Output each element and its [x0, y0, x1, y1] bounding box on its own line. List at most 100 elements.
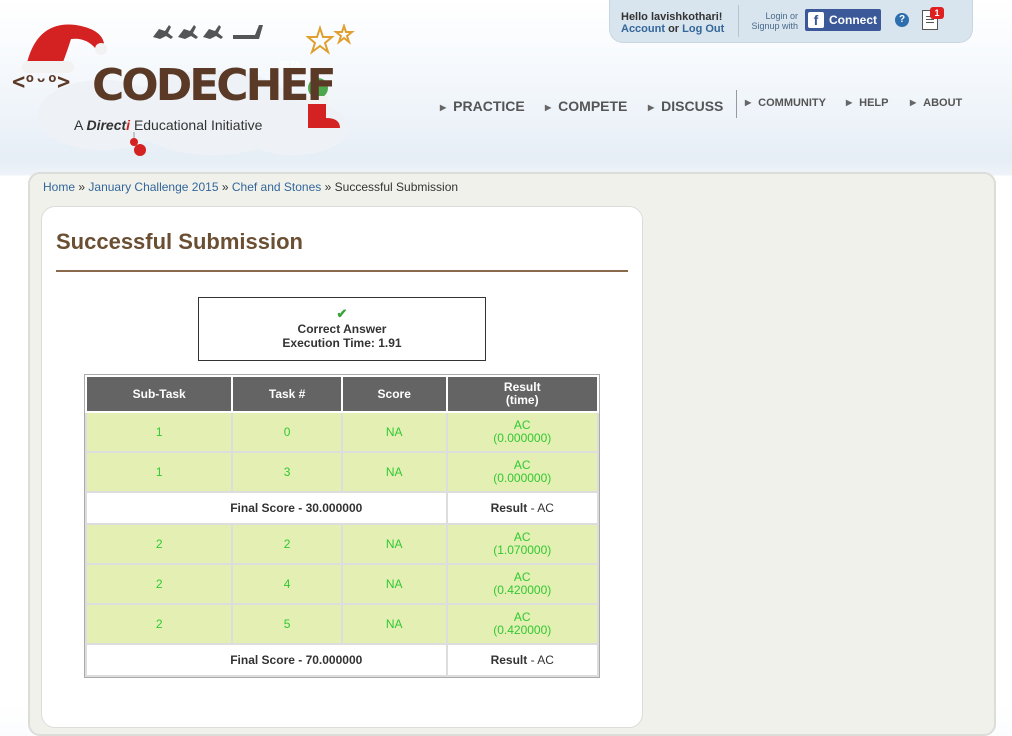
- cell-task: 4: [231, 563, 343, 605]
- nav-about[interactable]: ▶ ABOUT: [910, 97, 962, 109]
- login-signup-text: Login or Signup with: [750, 11, 798, 31]
- nav-practice-label: PRACTICE: [453, 98, 525, 114]
- col-score: Score: [340, 375, 448, 413]
- nav-arrow-icon: ▶: [910, 98, 917, 107]
- cell-score: NA: [340, 563, 448, 605]
- final-score-row: Final Score - 30.000000 Result - AC: [85, 491, 600, 525]
- final-score-cell: Final Score - 30.000000: [85, 491, 448, 525]
- cell-score: NA: [340, 451, 448, 493]
- nav-arrow-icon: ▶: [545, 103, 552, 112]
- cell-subtask: 2: [84, 603, 234, 645]
- cell-task: 2: [231, 523, 343, 565]
- nav-compete[interactable]: ▶ COMPETE: [545, 98, 627, 114]
- cell-result: AC (0.420000): [445, 603, 600, 645]
- final-result-label: Result: [490, 653, 528, 667]
- cell-result: AC (0.000000): [445, 451, 600, 493]
- cell-task: 0: [231, 411, 343, 453]
- final-result-cell: Result - AC: [445, 491, 600, 525]
- beta-label: BETA: [279, 60, 301, 69]
- cell-task: 5: [231, 603, 343, 645]
- execution-time: Execution Time: 1.91: [282, 336, 402, 350]
- col-task: Task #: [231, 375, 343, 413]
- result-time: (0.420000): [493, 583, 552, 597]
- cell-subtask: 2: [84, 563, 234, 605]
- notification-badge: 1: [930, 7, 944, 19]
- tagline-directi-i: i: [126, 117, 131, 133]
- final-result-cell: Result - AC: [445, 643, 600, 677]
- breadcrumb-separator: »: [324, 180, 332, 194]
- help-icon[interactable]: ?: [895, 13, 909, 27]
- verdict-box: ✔ Correct Answer Execution Time: 1.91: [198, 297, 486, 361]
- or-text: or: [668, 23, 680, 35]
- breadcrumb-separator: »: [78, 180, 86, 194]
- final-score-cell: Final Score - 70.000000: [85, 643, 448, 677]
- table-row: 1 0 NA AC (0.000000): [84, 411, 600, 453]
- nav-community[interactable]: ▶ COMMUNITY: [745, 97, 826, 109]
- page-title: Successful Submission: [56, 229, 303, 254]
- result-time: (0.000000): [493, 431, 552, 445]
- check-icon: ✔: [336, 306, 348, 321]
- col-result-label: Result: [503, 380, 541, 394]
- cell-score: NA: [340, 411, 448, 453]
- account-link[interactable]: Account: [621, 23, 665, 35]
- table-header-row: Sub-Task Task # Score Result (time): [84, 375, 600, 413]
- result-verdict: AC: [513, 530, 531, 544]
- cell-result: AC (0.420000): [445, 563, 600, 605]
- result-verdict: AC: [513, 610, 531, 624]
- table-row: 2 5 NA AC (0.420000): [84, 603, 600, 645]
- nav-arrow-icon: ▶: [440, 103, 447, 112]
- signup-with-label: Signup with: [751, 21, 798, 31]
- final-result-value: - AC: [530, 653, 554, 667]
- col-result: Result (time): [445, 375, 600, 413]
- result-verdict: AC: [513, 570, 531, 584]
- final-result-label: Result: [490, 501, 528, 515]
- final-result-value: - AC: [530, 501, 554, 515]
- breadcrumb-problem[interactable]: Chef and Stones: [232, 180, 321, 194]
- cell-score: NA: [340, 523, 448, 565]
- user-bar: Hello lavishkothari! Account or Log Out …: [609, 0, 973, 43]
- star-decoration-icon: [306, 24, 355, 55]
- divider: [738, 5, 739, 37]
- account-links: Account or Log Out: [621, 23, 724, 35]
- nav-arrow-icon: ▶: [846, 98, 853, 107]
- ornament-icon: [130, 132, 146, 156]
- nav-arrow-icon: ▶: [648, 103, 655, 112]
- nav-arrow-icon: ▶: [745, 98, 752, 107]
- result-verdict: AC: [513, 418, 531, 432]
- nav-discuss-label: DISCUSS: [661, 98, 724, 114]
- nav-practice[interactable]: ▶ PRACTICE: [440, 98, 525, 114]
- login-or-label: Login or: [765, 11, 798, 21]
- facebook-connect-label: Connect: [829, 13, 877, 27]
- reindeer-sleigh-icon: [153, 25, 263, 39]
- nav-compete-label: COMPETE: [558, 98, 628, 114]
- facebook-connect-button[interactable]: f Connect: [805, 9, 881, 31]
- table-row: 2 2 NA AC (1.070000): [84, 523, 600, 565]
- breadcrumb-contest[interactable]: January Challenge 2015: [88, 180, 218, 194]
- result-time: (1.070000): [493, 543, 552, 557]
- cell-subtask: 1: [84, 451, 234, 493]
- table-row: 1 3 NA AC (0.000000): [84, 451, 600, 493]
- site-logo[interactable]: <ᵒᵕᵒ> CODECHEF BETA A Directi Educationa…: [8, 10, 358, 160]
- cell-subtask: 2: [84, 523, 234, 565]
- title-underline: [56, 270, 628, 272]
- result-verdict: AC: [513, 458, 531, 472]
- nav-community-label: COMMUNITY: [758, 97, 826, 109]
- final-score-text: Final Score - 70.000000: [230, 653, 363, 667]
- logo-brackets: <ᵒᵕᵒ>: [12, 70, 70, 95]
- result-time: (0.420000): [493, 623, 552, 637]
- results-table: Sub-Task Task # Score Result (time) 1 0 N…: [84, 374, 600, 678]
- cell-subtask: 1: [84, 411, 234, 453]
- nav-help[interactable]: ▶ HELP: [846, 97, 889, 109]
- breadcrumb-home[interactable]: Home: [43, 180, 75, 194]
- facebook-icon: f: [808, 12, 824, 28]
- table-row: 2 4 NA AC (0.420000): [84, 563, 600, 605]
- logout-link[interactable]: Log Out: [682, 23, 724, 35]
- greeting: Hello lavishkothari!: [621, 11, 723, 23]
- nav-divider: [736, 90, 737, 118]
- nav-discuss[interactable]: ▶ DISCUSS: [648, 98, 723, 114]
- tagline-rest: Educational Initiative: [133, 117, 263, 133]
- breadcrumb: Home » January Challenge 2015 » Chef and…: [43, 180, 458, 194]
- breadcrumb-current: Successful Submission: [334, 180, 459, 194]
- result-time: (0.000000): [493, 471, 552, 485]
- col-subtask: Sub-Task: [84, 375, 234, 413]
